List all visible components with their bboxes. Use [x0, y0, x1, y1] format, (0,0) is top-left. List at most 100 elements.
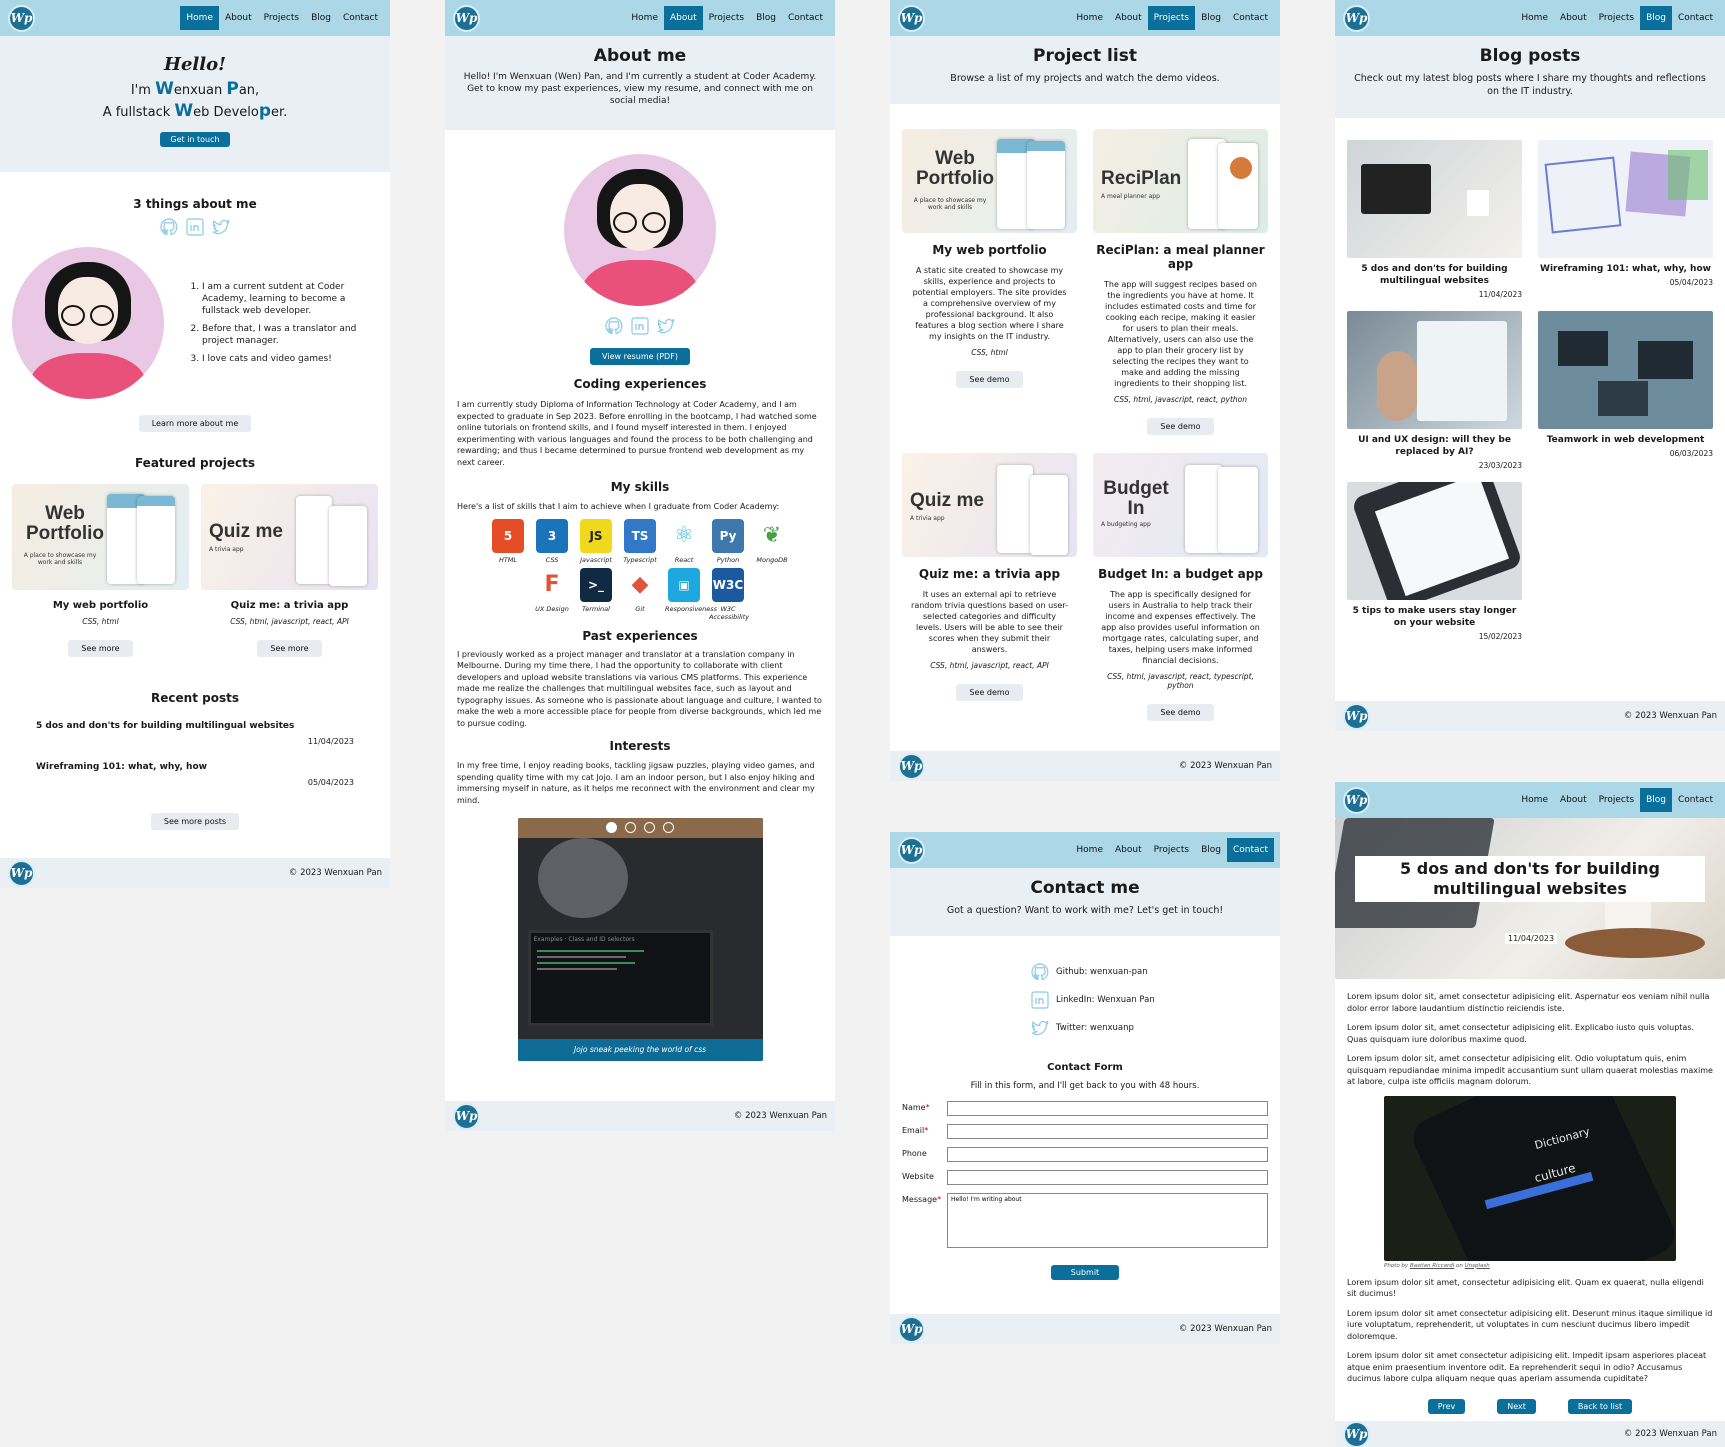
- twitter-icon[interactable]: [656, 316, 676, 336]
- twitter-icon[interactable]: [211, 217, 231, 237]
- see-demo-button[interactable]: See demo: [956, 684, 1023, 701]
- website-field[interactable]: [947, 1170, 1268, 1185]
- nav-home[interactable]: Home: [1515, 6, 1554, 30]
- skill-label: React: [674, 555, 694, 564]
- blog-card[interactable]: Wireframing 101: what, why, how 05/04/20…: [1538, 140, 1713, 299]
- github-icon[interactable]: [159, 217, 179, 237]
- blog-card[interactable]: 5 tips to make users stay longer on your…: [1347, 482, 1522, 641]
- name-field[interactable]: [947, 1101, 1268, 1116]
- credit-author-link[interactable]: Bastian Riccardi: [1410, 1263, 1454, 1269]
- nav-projects[interactable]: Projects: [258, 6, 305, 30]
- logo[interactable]: Wp: [453, 4, 480, 32]
- nav-home[interactable]: Home: [625, 6, 664, 30]
- recent-posts: 5 dos and don'ts for building multilingu…: [0, 721, 390, 787]
- navbar: Wp Home About Projects Blog Contact: [0, 0, 390, 36]
- nav-contact[interactable]: Contact: [782, 6, 829, 30]
- linkedin-link[interactable]: LinkedIn: Wenxuan Pan: [1030, 990, 1280, 1010]
- nav-about[interactable]: About: [1109, 6, 1148, 30]
- project-thumbnail[interactable]: Web Portfolio A place to showcase my wor…: [12, 484, 189, 590]
- phone-field[interactable]: [947, 1147, 1268, 1162]
- nav-projects[interactable]: Projects: [1147, 6, 1196, 30]
- github-link[interactable]: Github: wenxuan-pan: [1030, 962, 1280, 982]
- page-title: About me: [593, 46, 687, 66]
- see-more-posts-button[interactable]: See more posts: [150, 813, 240, 830]
- prev-button[interactable]: Prev: [1427, 1399, 1466, 1414]
- github-icon[interactable]: [604, 316, 624, 336]
- nav-home[interactable]: Home: [180, 6, 219, 30]
- nav-about[interactable]: About: [1554, 788, 1593, 812]
- nav-projects[interactable]: Projects: [1593, 6, 1640, 30]
- credit-site-link[interactable]: Unsplash: [1465, 1263, 1490, 1269]
- back-to-list-button[interactable]: Back to list: [1567, 1399, 1633, 1414]
- nav-about[interactable]: About: [1554, 6, 1593, 30]
- linkedin-icon[interactable]: [630, 316, 650, 336]
- nav-blog[interactable]: Blog: [1640, 6, 1672, 30]
- hero-section: Hello! I'm Wenxuan Pan, A fullstack Web …: [0, 36, 390, 172]
- logo[interactable]: Wp: [898, 836, 925, 864]
- carousel-dot[interactable]: [625, 822, 636, 833]
- list-item[interactable]: 5 dos and don'ts for building multilingu…: [36, 721, 354, 746]
- contact-form: Name* Email* Phone Website Message* Hello…: [890, 1101, 1280, 1280]
- nav-home[interactable]: Home: [1070, 838, 1109, 862]
- get-in-touch-button[interactable]: Get in touch: [160, 132, 230, 147]
- email-field[interactable]: [947, 1124, 1268, 1139]
- list-item[interactable]: Wireframing 101: what, why, how 05/04/20…: [36, 762, 354, 787]
- nav-about[interactable]: About: [1109, 838, 1148, 862]
- view-resume-button[interactable]: View resume (PDF): [590, 348, 690, 365]
- project-thumbnail[interactable]: Quiz me A trivia app: [902, 453, 1077, 557]
- project-thumbnail[interactable]: Quiz me A trivia app: [201, 484, 378, 590]
- see-demo-button[interactable]: See demo: [1147, 704, 1214, 721]
- nav-projects[interactable]: Projects: [1593, 788, 1640, 812]
- blog-card[interactable]: 5 dos and don'ts for building multilingu…: [1347, 140, 1522, 299]
- blog-card[interactable]: Teamwork in web development 06/03/2023: [1538, 311, 1713, 470]
- footer-logo[interactable]: Wp: [898, 752, 925, 780]
- see-more-button[interactable]: See more: [68, 640, 133, 657]
- skill-icon: >_: [580, 567, 612, 602]
- nav-about[interactable]: About: [663, 6, 703, 30]
- see-demo-button[interactable]: See demo: [1147, 418, 1214, 435]
- nav-home[interactable]: Home: [1515, 788, 1554, 812]
- nav-contact[interactable]: Contact: [337, 6, 384, 30]
- linkedin-icon[interactable]: [185, 217, 205, 237]
- nav-about[interactable]: About: [219, 6, 258, 30]
- nav-projects[interactable]: Projects: [1148, 838, 1195, 862]
- footer-logo[interactable]: Wp: [8, 859, 35, 887]
- logo[interactable]: Wp: [8, 4, 35, 32]
- social-icons: [445, 316, 835, 336]
- footer-logo[interactable]: Wp: [1343, 702, 1370, 730]
- nav-contact[interactable]: Contact: [1672, 788, 1719, 812]
- nav-contact[interactable]: Contact: [1226, 838, 1274, 862]
- logo[interactable]: Wp: [898, 4, 925, 32]
- footer-logo[interactable]: Wp: [898, 1315, 925, 1343]
- submit-button[interactable]: Submit: [1050, 1265, 1120, 1280]
- nav-blog[interactable]: Blog: [1195, 6, 1227, 30]
- nav-blog[interactable]: Blog: [1195, 838, 1227, 862]
- see-more-button[interactable]: See more: [257, 640, 322, 657]
- nav-contact[interactable]: Contact: [1672, 6, 1719, 30]
- nav-blog[interactable]: Blog: [1640, 788, 1672, 812]
- logo[interactable]: Wp: [1343, 786, 1370, 814]
- learn-more-button[interactable]: Learn more about me: [138, 415, 252, 432]
- twitter-link[interactable]: Twitter: wenxuanp: [1030, 1018, 1280, 1038]
- footer-logo[interactable]: Wp: [1343, 1420, 1370, 1447]
- photo-carousel[interactable]: Examples · Class and ID selectors Jojo s…: [517, 818, 763, 1061]
- nav-contact[interactable]: Contact: [1227, 6, 1274, 30]
- message-field[interactable]: Hello! I'm writing about: [947, 1193, 1268, 1248]
- nav-blog[interactable]: Blog: [750, 6, 782, 30]
- logo[interactable]: Wp: [1343, 4, 1370, 32]
- project-thumbnail[interactable]: Budget In A budgeting app: [1093, 453, 1268, 557]
- project-thumbnail[interactable]: ReciPlan A meal planner app: [1093, 129, 1268, 233]
- project-thumbnail[interactable]: Web Portfolio A place to showcase my wor…: [902, 129, 1077, 233]
- nav-home[interactable]: Home: [1070, 6, 1109, 30]
- blog-card[interactable]: UI and UX design: will they be replaced …: [1347, 311, 1522, 470]
- carousel-dot[interactable]: [606, 822, 617, 833]
- next-button[interactable]: Next: [1497, 1399, 1536, 1414]
- nav-blog[interactable]: Blog: [305, 6, 337, 30]
- nav-projects[interactable]: Projects: [703, 6, 750, 30]
- project-card: Web Portfolio A place to showcase my wor…: [12, 484, 189, 657]
- see-demo-button[interactable]: See demo: [956, 371, 1023, 388]
- intro-line-1: I'm Wenxuan Pan,: [130, 79, 260, 99]
- carousel-dot[interactable]: [663, 822, 674, 833]
- carousel-dot[interactable]: [644, 822, 655, 833]
- footer-logo[interactable]: Wp: [453, 1102, 480, 1130]
